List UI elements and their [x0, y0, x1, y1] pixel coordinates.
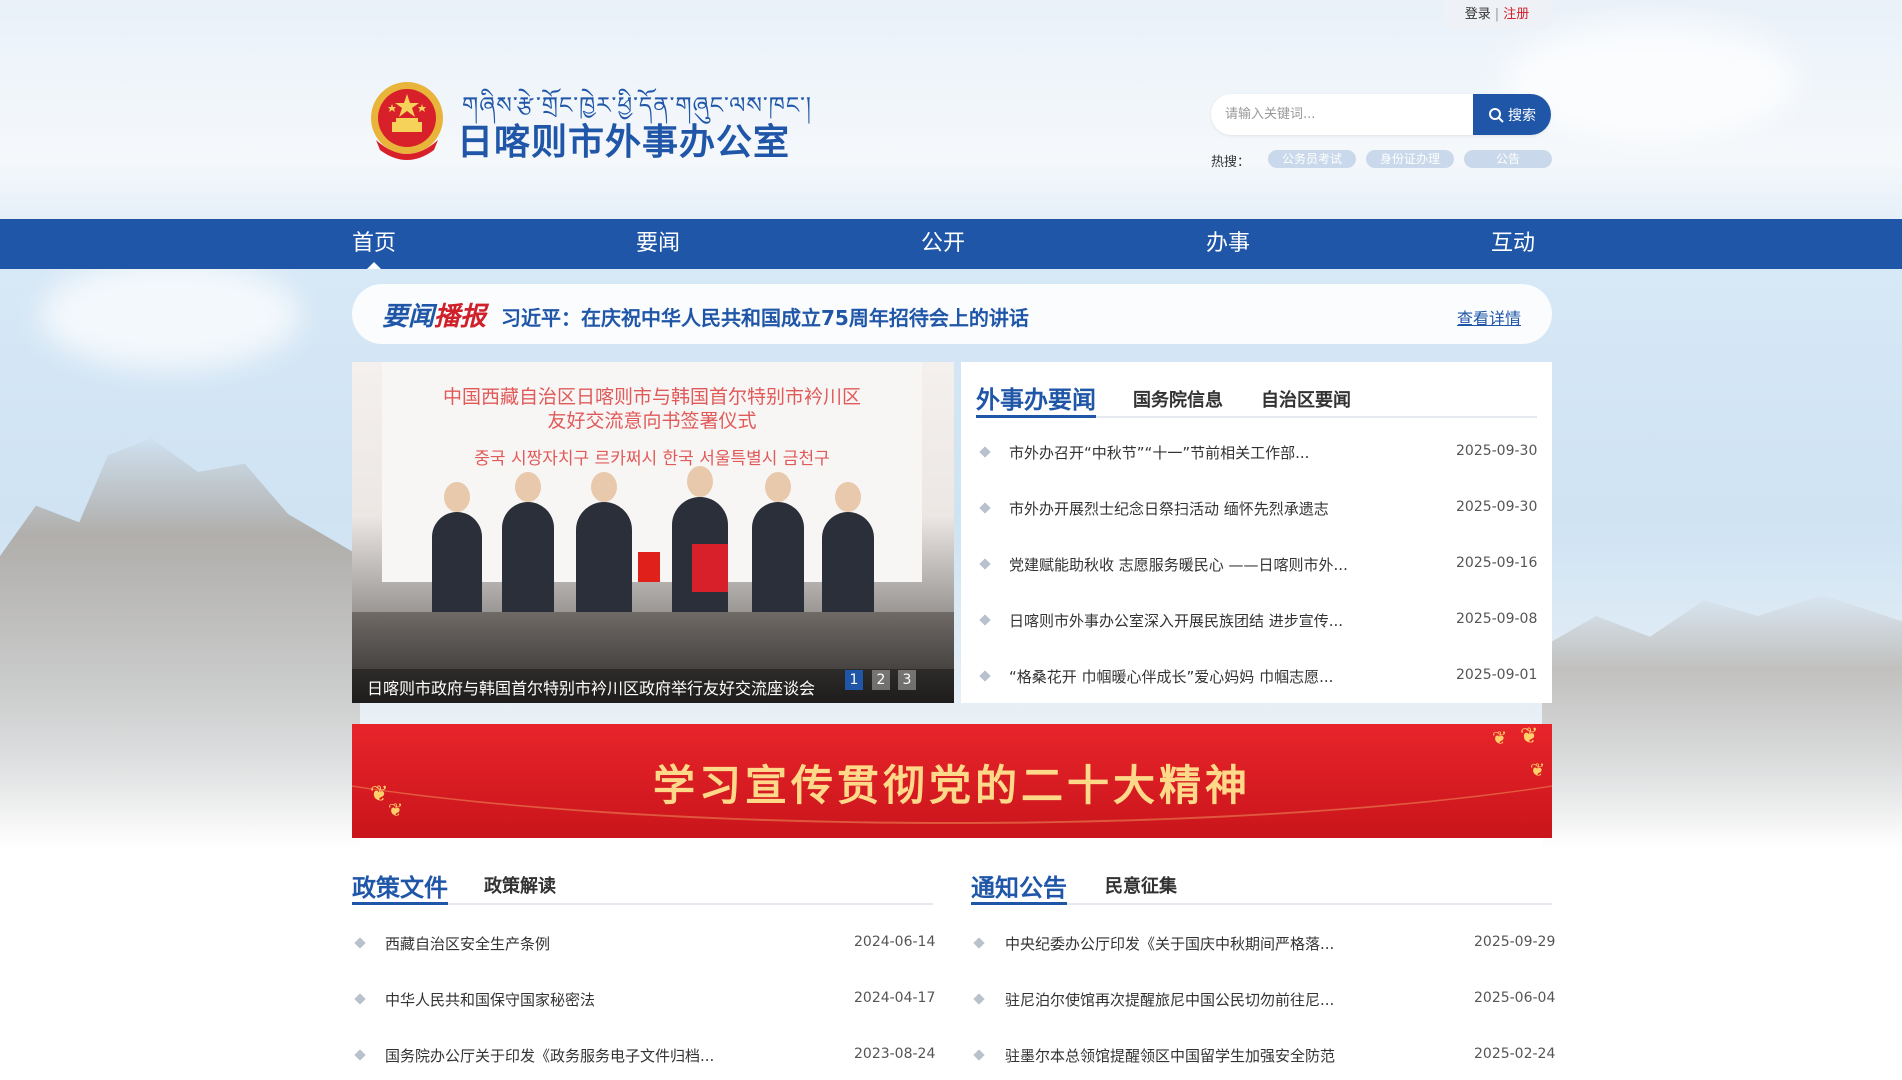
active-tab-underline: [976, 415, 1096, 418]
photo-person-head: [835, 482, 861, 512]
notice-date: 2025-06-04: [1474, 990, 1556, 1006]
bullet-icon: [973, 937, 985, 949]
bullet-icon: [979, 670, 991, 682]
flag-decoration: [638, 552, 660, 582]
search-icon: [1489, 107, 1504, 123]
carousel-dot[interactable]: 3: [898, 670, 916, 690]
bullet-icon: [973, 993, 985, 1005]
dove-icon: ❦: [388, 800, 404, 821]
promo-banner[interactable]: 学习宣传贯彻党的二十大精神 ❦ ❦ ❦ ❦ ❦: [352, 724, 1552, 838]
carousel-backdrop-text: 友好交流意向书签署仪式: [547, 410, 757, 432]
active-tab-underline: [971, 902, 1067, 905]
bullet-icon: [354, 937, 366, 949]
dove-icon: ❦: [1530, 760, 1546, 781]
ticker-badge-part2: 播报: [434, 302, 487, 332]
news-date: 2025-09-30: [1456, 443, 1538, 459]
photo-person-head: [687, 466, 713, 497]
main-nav: 首页 要闻 公开 办事 互动: [0, 219, 1902, 269]
news-date: 2025-09-08: [1456, 611, 1538, 627]
nav-item-services[interactable]: 办事: [1206, 219, 1250, 269]
hot-tag[interactable]: 身份证办理: [1366, 150, 1454, 168]
tab-policy-documents[interactable]: 政策文件: [352, 868, 448, 903]
bullet-icon: [973, 1049, 985, 1061]
news-date: 2025-09-01: [1456, 667, 1538, 683]
notice-item[interactable]: 驻尼泊尔使馆再次提醒旅尼中国公民切勿前往尼...: [1005, 989, 1334, 1010]
nav-item-interaction[interactable]: 互动: [1491, 219, 1535, 269]
bullet-icon: [354, 1049, 366, 1061]
policy-item[interactable]: 西藏自治区安全生产条例: [385, 933, 550, 954]
search-button[interactable]: 搜索: [1473, 94, 1551, 135]
search-input[interactable]: [1225, 94, 1465, 135]
notice-item[interactable]: 中央纪委办公厅印发《关于国庆中秋期间严格落...: [1005, 933, 1334, 954]
policy-date: 2024-04-17: [854, 990, 936, 1006]
nav-active-indicator: [367, 262, 381, 269]
news-date: 2025-09-16: [1456, 555, 1538, 571]
login-separator: |: [1494, 7, 1500, 22]
ticker-headline[interactable]: 习近平：在庆祝中华人民共和国成立75周年招待会上的讲话: [501, 302, 1029, 331]
tab-foreign-affairs-news[interactable]: 外事办要闻: [976, 380, 1096, 415]
notice-date: 2025-02-24: [1474, 1046, 1556, 1062]
ticker-badge-part1: 要闻: [382, 302, 435, 332]
national-emblem-icon: [371, 82, 443, 160]
register-link[interactable]: 注册: [1503, 7, 1529, 22]
photo-carousel[interactable]: 中国西藏自治区日喀则市与韩国首尔特别市衿川区 友好交流意向书签署仪式 중국 시짱…: [352, 362, 954, 703]
policy-item[interactable]: 中华人民共和国保守国家秘密法: [385, 989, 595, 1010]
news-date: 2025-09-30: [1456, 499, 1538, 515]
fortress-backdrop-left: [0, 438, 360, 850]
photo-person-head: [765, 472, 791, 502]
photo-person-head: [444, 482, 470, 512]
policy-date: 2024-06-14: [854, 934, 936, 950]
news-item[interactable]: 党建赋能助秋收 志愿服务暖民心 ——日喀则市外...: [1009, 554, 1348, 575]
bullet-icon: [979, 502, 991, 514]
policy-date: 2023-08-24: [854, 1046, 936, 1062]
dove-icon: ❦: [1492, 728, 1508, 749]
search-box: 搜索: [1211, 94, 1551, 135]
cloud-decoration: [40, 260, 300, 370]
tab-state-council-info[interactable]: 国务院信息: [1133, 386, 1223, 412]
tab-public-opinion[interactable]: 民意征集: [1105, 872, 1177, 898]
site-title[interactable]: 日喀则市外事办公室: [457, 113, 790, 165]
hot-tag[interactable]: 公告: [1464, 150, 1552, 168]
login-register-bar: 登录 | 注册: [1442, 0, 1552, 29]
carousel-caption[interactable]: 日喀则市政府与韩国首尔特别市衿川区政府举行友好交流座谈会: [367, 675, 815, 699]
bullet-icon: [979, 446, 991, 458]
news-item[interactable]: 日喀则市外事办公室深入开展民族团结 进步宣传...: [1009, 610, 1343, 631]
bullet-icon: [979, 614, 991, 626]
policy-item[interactable]: 国务院办公厅关于印发《政务服务电子文件归档...: [385, 1045, 714, 1066]
banner-text: 学习宣传贯彻党的二十大精神: [652, 761, 1251, 810]
active-tab-underline: [352, 902, 448, 905]
notice-item[interactable]: 驻墨尔本总领馆提醒领区中国留学生加强安全防范: [1005, 1045, 1335, 1066]
news-item[interactable]: 市外办开展烈士纪念日祭扫活动 缅怀先烈承遗志: [1009, 498, 1329, 519]
photo-person-head: [515, 472, 541, 502]
news-item[interactable]: 市外办召开“中秋节”“十一”节前相关工作部...: [1009, 442, 1309, 463]
bullet-icon: [979, 558, 991, 570]
folder-decoration: [692, 544, 728, 592]
ticker-more-link[interactable]: 查看详情: [1457, 305, 1521, 329]
nav-item-news[interactable]: 要闻: [636, 219, 680, 269]
notice-date: 2025-09-29: [1474, 934, 1556, 950]
news-panel: 外事办要闻 国务院信息 自治区要闻 市外办召开“中秋节”“十一”节前相关工作部.…: [961, 362, 1552, 703]
tab-region-news[interactable]: 自治区要闻: [1261, 386, 1351, 412]
search-button-label: 搜索: [1508, 107, 1536, 124]
photo-person-head: [591, 472, 617, 502]
tab-policy-interpretation[interactable]: 政策解读: [484, 872, 556, 898]
carousel-backdrop-text: 중국 시짱자치구 르카쩌시 한국 서울특별시 금천구: [474, 449, 830, 469]
bullet-icon: [354, 993, 366, 1005]
nav-item-public[interactable]: 公开: [921, 219, 965, 269]
dove-icon: ❦: [370, 782, 389, 807]
news-ticker: 要闻播报 习近平：在庆祝中华人民共和国成立75周年招待会上的讲话 查看详情: [352, 284, 1552, 344]
dove-icon: ❦: [1520, 724, 1539, 749]
fortress-backdrop-right: [1542, 595, 1902, 850]
login-link[interactable]: 登录: [1465, 7, 1491, 22]
carousel-dot[interactable]: 1: [845, 670, 863, 690]
hot-tag[interactable]: 公务员考试: [1268, 150, 1356, 168]
carousel-dot[interactable]: 2: [872, 670, 890, 690]
carousel-backdrop-text: 中国西藏自治区日喀则市与韩国首尔特别市衿川区: [442, 386, 861, 408]
hot-search-label: 热搜：: [1211, 155, 1251, 170]
ticker-badge: 要闻播报: [382, 296, 486, 333]
tab-notices[interactable]: 通知公告: [971, 868, 1067, 903]
news-item[interactable]: “格桑花开 巾帼暖心伴成长”爱心妈妈 巾帼志愿...: [1009, 666, 1333, 687]
